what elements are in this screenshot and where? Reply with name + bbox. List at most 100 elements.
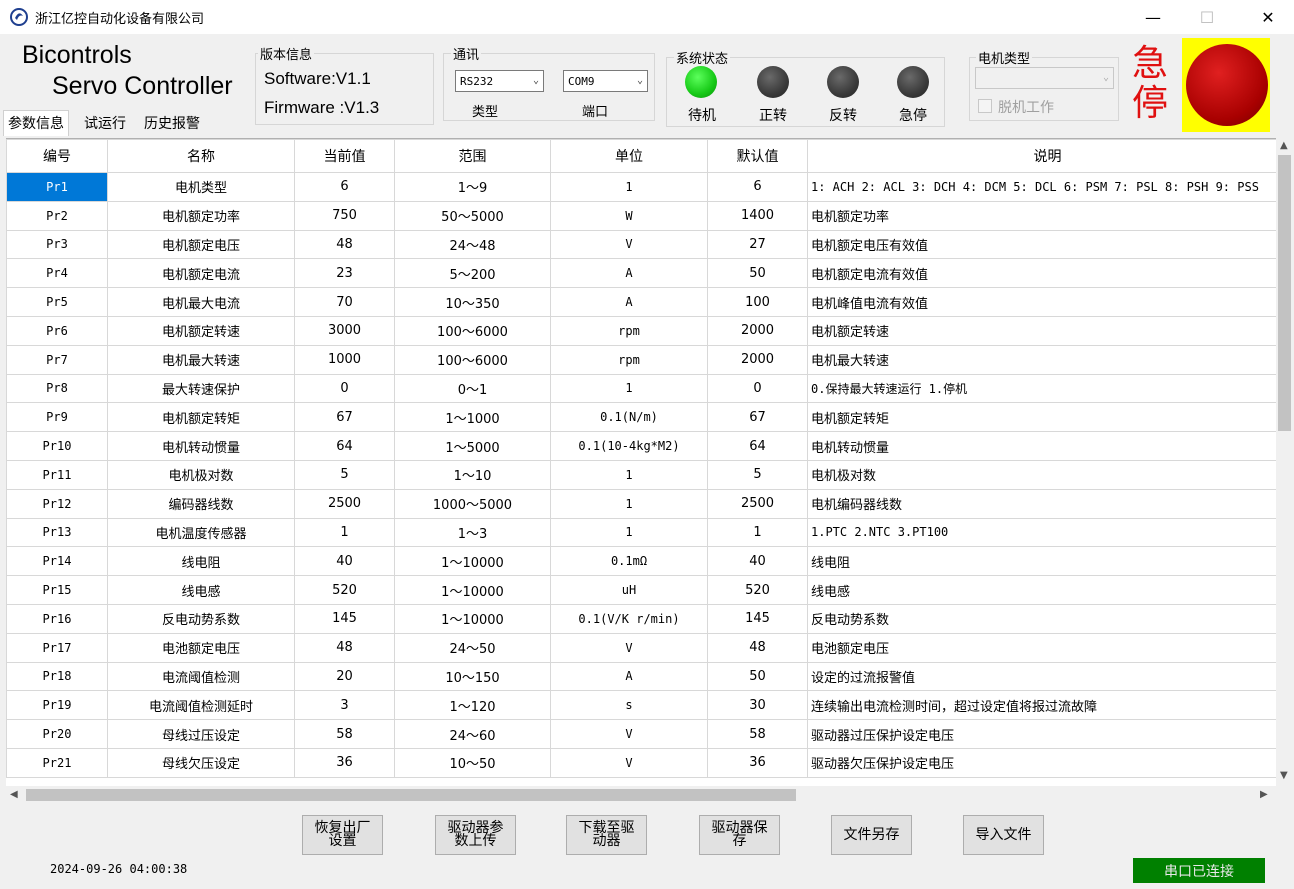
cell-name[interactable]: 母线欠压设定	[107, 747, 295, 778]
cell-id[interactable]: Pr7	[6, 344, 108, 375]
table-row[interactable]: Pr11 电机极对数 5 1～10 1 5 电机极对数	[6, 459, 1288, 490]
cell-range[interactable]: 1～10000	[394, 546, 551, 577]
table-row[interactable]: Pr14 线电阻 40 1～10000 0.1mΩ 40 线电阻	[6, 546, 1288, 577]
cell-current[interactable]: 20	[294, 661, 395, 692]
table-row[interactable]: Pr8 最大转速保护 0 0～1 1 0 0.保持最大转速运行 1.停机	[6, 373, 1288, 404]
cell-unit[interactable]: rpm	[550, 344, 708, 375]
cell-description[interactable]: 驱动器欠压保护设定电压	[807, 747, 1288, 778]
offline-checkbox[interactable]	[978, 99, 992, 113]
cell-current[interactable]: 23	[294, 258, 395, 289]
vertical-scroll-thumb[interactable]	[1278, 155, 1291, 431]
table-row[interactable]: Pr17 电池额定电压 48 24～50 V 48 电池额定电压	[6, 632, 1288, 663]
cell-id[interactable]: Pr21	[6, 747, 108, 778]
cell-description[interactable]: 电池额定电压	[807, 632, 1288, 663]
cell-id[interactable]: Pr17	[6, 632, 108, 663]
cell-range[interactable]: 1～3	[394, 517, 551, 548]
comm-type-select[interactable]: RS232 ⌄	[455, 70, 544, 92]
cell-range[interactable]: 1～10	[394, 459, 551, 490]
vertical-scrollbar[interactable]: ▲ ▼	[1276, 138, 1294, 786]
table-row[interactable]: Pr6 电机额定转速 3000 100～6000 rpm 2000 电机额定转速	[6, 315, 1288, 346]
cell-default[interactable]: 40	[707, 546, 808, 577]
tab-params[interactable]: 参数信息	[3, 110, 69, 136]
cell-description[interactable]: 电机极对数	[807, 459, 1288, 490]
close-button[interactable]: ✕	[1245, 0, 1291, 34]
cell-current[interactable]: 5	[294, 459, 395, 490]
table-row[interactable]: Pr21 母线欠压设定 36 10～50 V 36 驱动器欠压保护设定电压	[6, 747, 1288, 778]
cell-id[interactable]: Pr15	[6, 575, 108, 605]
cell-id[interactable]: Pr20	[6, 719, 108, 749]
comm-port-select[interactable]: COM9 ⌄	[563, 70, 648, 92]
cell-default[interactable]: 1400	[707, 200, 808, 231]
table-row[interactable]: Pr4 电机额定电流 23 5～200 A 50 电机额定电流有效值	[6, 258, 1288, 289]
cell-name[interactable]: 母线过压设定	[107, 719, 295, 749]
scroll-left-icon[interactable]: ◀	[10, 789, 18, 800]
cell-name[interactable]: 电机额定转矩	[107, 402, 295, 433]
cell-unit[interactable]: 1	[550, 172, 708, 202]
cell-description[interactable]: 1: ACH 2: ACL 3: DCH 4: DCM 5: DCL 6: PS…	[807, 172, 1288, 202]
cell-range[interactable]: 1～120	[394, 690, 551, 721]
cell-description[interactable]: 电机最大转速	[807, 344, 1288, 375]
column-header[interactable]: 名称	[107, 139, 295, 173]
cell-unit[interactable]: V	[550, 747, 708, 778]
cell-description[interactable]: 电机额定转速	[807, 315, 1288, 346]
cell-unit[interactable]: 0.1(V/K r/min)	[550, 603, 708, 634]
cell-description[interactable]: 电机编码器线数	[807, 488, 1288, 519]
cell-range[interactable]: 1～10000	[394, 603, 551, 634]
column-header[interactable]: 单位	[550, 139, 708, 173]
cell-unit[interactable]: s	[550, 690, 708, 721]
cell-id[interactable]: Pr1	[6, 172, 108, 202]
cell-current[interactable]: 145	[294, 603, 395, 634]
table-row[interactable]: Pr12 编码器线数 2500 1000～5000 1 2500 电机编码器线数	[6, 488, 1288, 519]
cell-current[interactable]: 1000	[294, 344, 395, 375]
cell-range[interactable]: 24～48	[394, 229, 551, 260]
cell-name[interactable]: 电机额定电流	[107, 258, 295, 289]
table-row[interactable]: Pr16 反电动势系数 145 1～10000 0.1(V/K r/min) 145 反电动…	[6, 603, 1288, 634]
cell-current[interactable]: 70	[294, 287, 395, 317]
cell-unit[interactable]: V	[550, 632, 708, 663]
cell-current[interactable]: 3	[294, 690, 395, 721]
cell-current[interactable]: 40	[294, 546, 395, 577]
cell-unit[interactable]: 0.1(N/m)	[550, 402, 708, 433]
column-header[interactable]: 范围	[394, 139, 551, 173]
cell-current[interactable]: 0	[294, 373, 395, 404]
cell-description[interactable]: 电机额定功率	[807, 200, 1288, 231]
cell-id[interactable]: Pr2	[6, 200, 108, 231]
cell-range[interactable]: 10～50	[394, 747, 551, 778]
cell-id[interactable]: Pr6	[6, 315, 108, 346]
cell-current[interactable]: 67	[294, 402, 395, 433]
table-row[interactable]: Pr20 母线过压设定 58 24～60 V 58 驱动器过压保护设定电压	[6, 719, 1288, 749]
cell-name[interactable]: 电机最大转速	[107, 344, 295, 375]
cell-description[interactable]: 驱动器过压保护设定电压	[807, 719, 1288, 749]
table-row[interactable]: Pr3 电机额定电压 48 24～48 V 27 电机额定电压有效值	[6, 229, 1288, 260]
table-row[interactable]: Pr15 线电感 520 1～10000 uH 520 线电感	[6, 575, 1288, 605]
cell-range[interactable]: 1～5000	[394, 431, 551, 461]
cell-unit[interactable]: V	[550, 719, 708, 749]
column-header[interactable]: 说明	[807, 139, 1288, 173]
cell-default[interactable]: 48	[707, 632, 808, 663]
download-to-driver-button[interactable]: 下载至驱 动器	[566, 815, 647, 855]
cell-description[interactable]: 连续输出电流检测时间，超过设定值将报过流故障	[807, 690, 1288, 721]
column-header[interactable]: 编号	[6, 139, 108, 173]
upload-params-button[interactable]: 驱动器参 数上传	[435, 815, 516, 855]
cell-description[interactable]: 电机额定电压有效值	[807, 229, 1288, 260]
cell-id[interactable]: Pr3	[6, 229, 108, 260]
cell-id[interactable]: Pr4	[6, 258, 108, 289]
cell-range[interactable]: 1～10000	[394, 575, 551, 605]
motor-type-select[interactable]: ⌄	[975, 67, 1114, 89]
cell-range[interactable]: 1～1000	[394, 402, 551, 433]
cell-range[interactable]: 1000～5000	[394, 488, 551, 519]
cell-current[interactable]: 3000	[294, 315, 395, 346]
cell-unit[interactable]: 1	[550, 517, 708, 548]
cell-default[interactable]: 67	[707, 402, 808, 433]
cell-name[interactable]: 电机最大电流	[107, 287, 295, 317]
cell-name[interactable]: 线电阻	[107, 546, 295, 577]
table-row[interactable]: Pr9 电机额定转矩 67 1～1000 0.1(N/m) 67 电机额定转矩	[6, 402, 1288, 433]
cell-id[interactable]: Pr5	[6, 287, 108, 317]
table-row[interactable]: Pr7 电机最大转速 1000 100～6000 rpm 2000 电机最大转速	[6, 344, 1288, 375]
cell-unit[interactable]: A	[550, 287, 708, 317]
cell-id[interactable]: Pr14	[6, 546, 108, 577]
cell-default[interactable]: 36	[707, 747, 808, 778]
cell-id[interactable]: Pr12	[6, 488, 108, 519]
tab-test-run[interactable]: 试运行	[80, 111, 130, 134]
cell-id[interactable]: Pr10	[6, 431, 108, 461]
